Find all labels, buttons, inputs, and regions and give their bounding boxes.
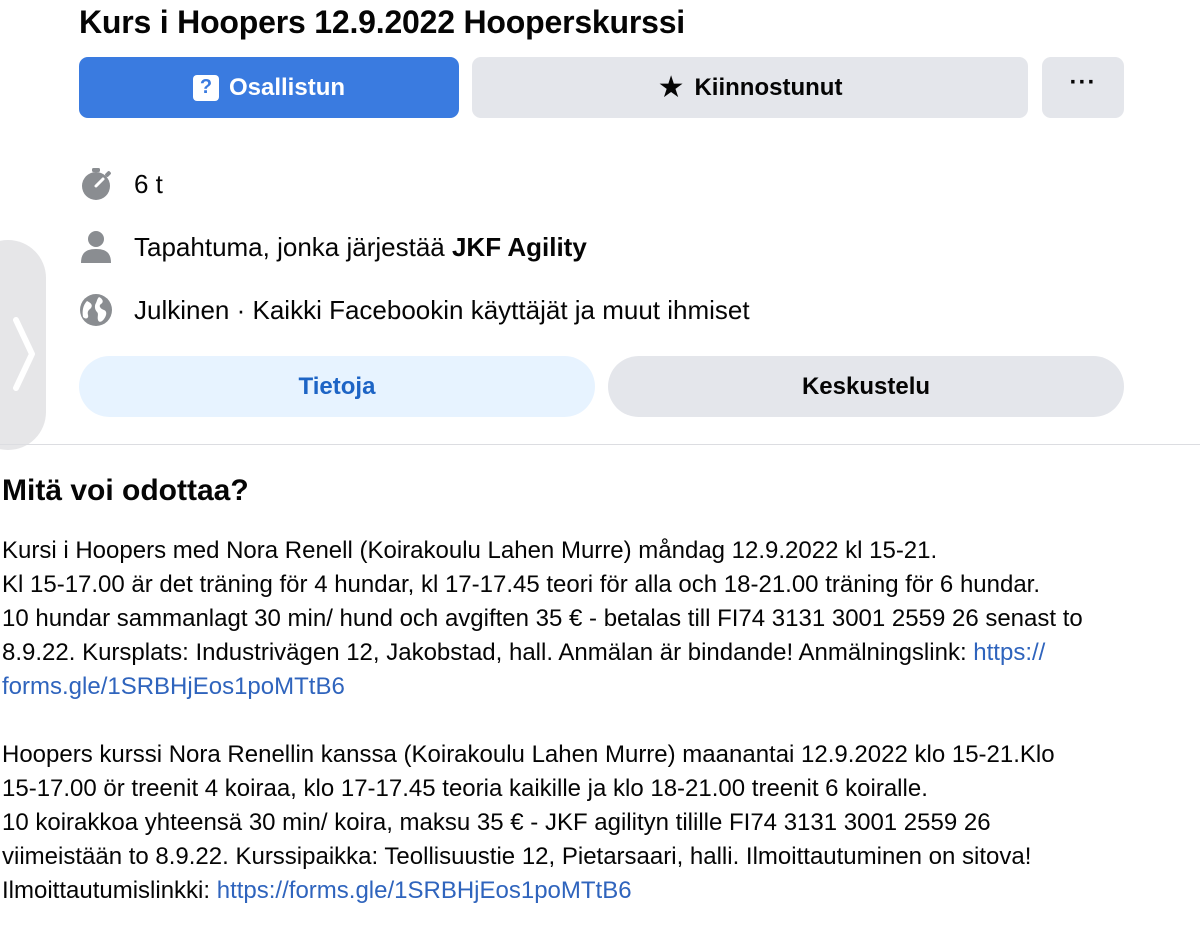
privacy-row: Julkinen · Kaikki Facebookin käyttäjät j… bbox=[79, 288, 750, 332]
description-line: Hoopers kurssi Nora Renellin kanssa (Koi… bbox=[2, 741, 1055, 768]
more-options-button[interactable]: ··· bbox=[1042, 57, 1124, 118]
tab-about[interactable]: Tietoja bbox=[79, 356, 595, 417]
question-ticket-icon: ? bbox=[192, 74, 219, 101]
description-line: 15-17.00 ör treenit 4 koiraa, klo 17-17.… bbox=[2, 775, 928, 802]
going-button-label: Osallistun bbox=[228, 73, 346, 101]
section-divider bbox=[0, 444, 1200, 445]
stopwatch-icon bbox=[79, 167, 113, 201]
description-text: Ilmoittautumislinkki: bbox=[2, 877, 217, 904]
host-text: Tapahtuma, jonka järjestää JKF Agility bbox=[134, 232, 587, 263]
duration-text: 6 t bbox=[134, 168, 163, 199]
person-icon bbox=[79, 230, 113, 264]
description-line: 8.9.22. Kursplats: Industrivägen 12, Jak… bbox=[2, 636, 1198, 670]
interested-button-label: Kiinnostunut bbox=[694, 73, 843, 101]
description-line: 10 hundar sammanlagt 30 min/ hund och av… bbox=[2, 605, 1083, 632]
star-icon: ★ bbox=[657, 70, 685, 104]
description-line: forms.gle/1SRBHjEos1poMTtB6 bbox=[2, 670, 1198, 704]
privacy-text: Julkinen · Kaikki Facebookin käyttäjät j… bbox=[134, 294, 750, 325]
signup-link-part1[interactable]: https:// bbox=[973, 639, 1045, 666]
description-line: Ilmoittautumislinkki: https://forms.gle/… bbox=[2, 874, 1198, 908]
description-line: Kursi i Hoopers med Nora Renell (Koirako… bbox=[2, 537, 938, 564]
globe-icon bbox=[79, 293, 113, 327]
host-prefix: Tapahtuma, jonka järjestää bbox=[134, 231, 452, 262]
interested-button[interactable]: ★ Kiinnostunut bbox=[472, 57, 1028, 118]
going-button[interactable]: ? Osallistun bbox=[79, 57, 459, 118]
description-text: 8.9.22. Kursplats: Industrivägen 12, Jak… bbox=[2, 639, 974, 666]
description-finnish: Hoopers kurssi Nora Renellin kanssa (Koi… bbox=[2, 738, 1198, 908]
tab-discussion[interactable]: Keskustelu bbox=[608, 356, 1124, 417]
description-line: viimeistään to 8.9.22. Kurssipaikka: Teo… bbox=[2, 843, 1032, 870]
chevron-right-icon[interactable] bbox=[10, 316, 36, 392]
duration-row: 6 t bbox=[79, 162, 163, 206]
event-title: Kurs i Hoopers 12.9.2022 Hooperskurssi bbox=[79, 4, 685, 40]
host-name-link[interactable]: JKF Agility bbox=[452, 232, 587, 262]
signup-link-part2[interactable]: forms.gle/1SRBHjEos1poMTtB6 bbox=[2, 673, 345, 700]
host-row: Tapahtuma, jonka järjestää JKF Agility bbox=[79, 225, 587, 269]
description-line: 10 koirakkoa yhteensä 30 min/ koira, mak… bbox=[2, 809, 991, 836]
description-swedish: Kursi i Hoopers med Nora Renell (Koirako… bbox=[2, 534, 1198, 704]
description-line: Kl 15-17.00 är det träning för 4 hundar,… bbox=[2, 571, 1041, 598]
description-heading: Mitä voi odottaa? bbox=[2, 474, 249, 507]
signup-link[interactable]: https://forms.gle/1SRBHjEos1poMTtB6 bbox=[217, 877, 632, 904]
more-dots-icon: ··· bbox=[1069, 68, 1097, 96]
